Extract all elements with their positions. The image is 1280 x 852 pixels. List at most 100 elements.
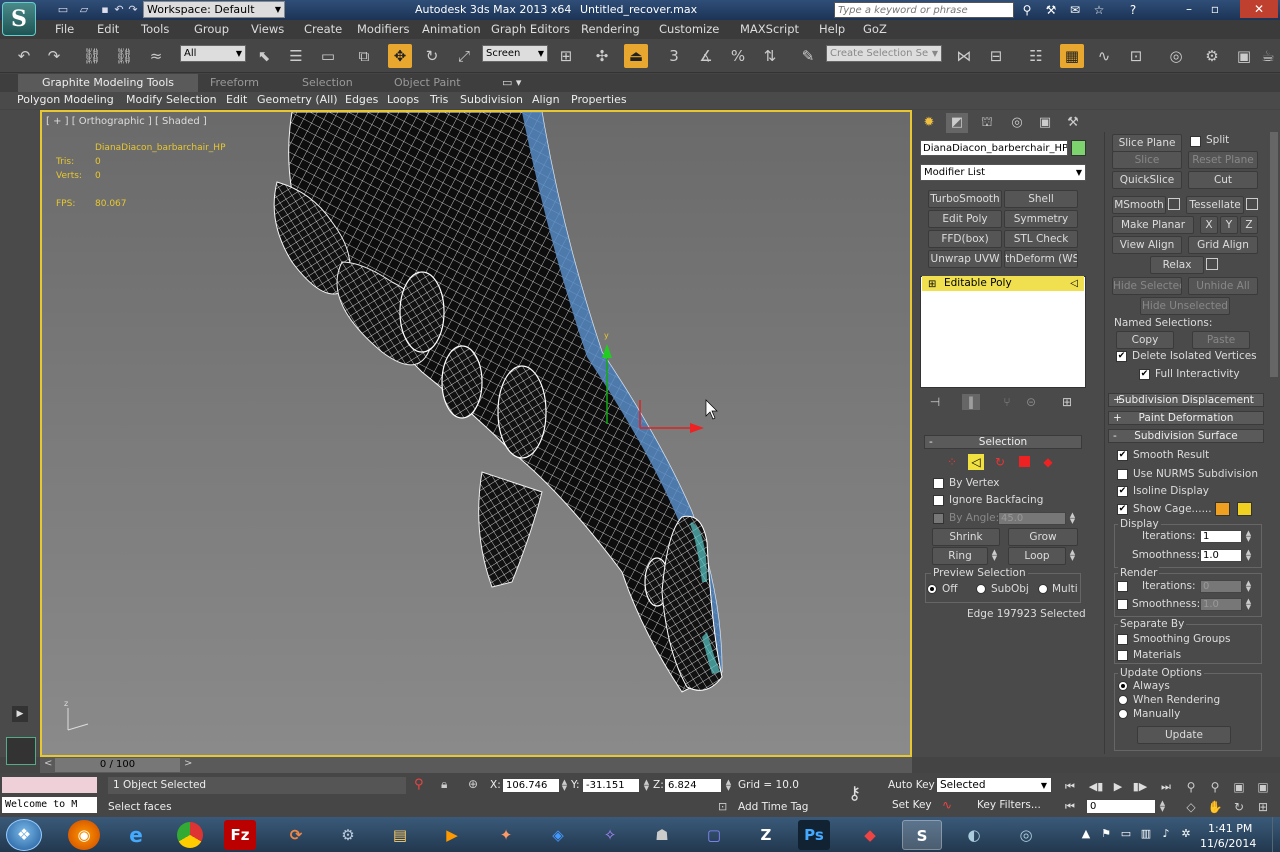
firefox-icon[interactable]: ◉ bbox=[68, 820, 100, 850]
selection-filter-dropdown[interactable]: All ▼ bbox=[180, 45, 246, 62]
update-button[interactable]: Update bbox=[1137, 726, 1231, 744]
tray-network-icon[interactable]: ▥ bbox=[1138, 826, 1154, 842]
by-vertex-checkbox[interactable] bbox=[933, 478, 944, 489]
select-and-scale-icon[interactable]: ⤢ bbox=[452, 44, 476, 68]
y-coord-field[interactable]: -31.151 bbox=[582, 778, 640, 793]
tray-expand-icon[interactable]: ▲ bbox=[1078, 826, 1094, 842]
by-angle-checkbox[interactable] bbox=[933, 513, 944, 524]
sketchup-icon[interactable]: ◆ bbox=[850, 820, 890, 850]
set-key-button[interactable]: Set Key bbox=[892, 799, 932, 811]
menu-create[interactable]: Create bbox=[304, 22, 342, 36]
render-production-icon[interactable]: ☕ bbox=[1258, 44, 1278, 68]
render-iterations-checkbox[interactable] bbox=[1117, 581, 1128, 592]
update-manually-radio[interactable] bbox=[1118, 709, 1128, 719]
spinner-arrows-icon[interactable]: ▲ ▼ bbox=[1244, 580, 1253, 593]
object-color-swatch[interactable] bbox=[1071, 140, 1086, 156]
ribbon-edges[interactable]: Edges bbox=[345, 93, 378, 106]
time-tag-icon[interactable]: ⊡ bbox=[718, 800, 727, 813]
favorites-star-icon[interactable]: ☆ bbox=[1090, 2, 1108, 18]
ribbon-loops[interactable]: Loops bbox=[387, 93, 419, 106]
previous-frame-icon[interactable]: ◀▮ bbox=[1086, 779, 1106, 794]
cut-button[interactable]: Cut bbox=[1188, 171, 1258, 189]
ribbon-modify-selection[interactable]: Modify Selection bbox=[126, 93, 217, 106]
zbrush-icon[interactable]: Z bbox=[746, 820, 786, 850]
viewport-preview-box[interactable] bbox=[6, 737, 36, 765]
windows-start-icon[interactable]: ❖ bbox=[6, 819, 42, 851]
ffd-box-button[interactable]: FFD(box) bbox=[928, 230, 1002, 248]
tray-flag-icon[interactable]: ⚑ bbox=[1098, 826, 1114, 842]
render-iterations-spinner[interactable]: 0 bbox=[1200, 580, 1242, 593]
subdiv-surface-rollout[interactable]: - Subdivision Surface bbox=[1108, 429, 1264, 443]
tray-app-icon[interactable]: ✲ bbox=[1178, 826, 1194, 842]
element-mode-icon[interactable]: ◆ bbox=[1040, 454, 1056, 470]
make-unique-icon[interactable]: ⑂ bbox=[998, 394, 1016, 410]
quickslice-button[interactable]: QuickSlice bbox=[1112, 171, 1182, 189]
communication-icon[interactable]: ✉ bbox=[1066, 2, 1084, 18]
slice-button[interactable]: Slice bbox=[1112, 151, 1182, 169]
workspace-dropdown[interactable]: Workspace: Default ▼ bbox=[143, 1, 285, 18]
bind-space-warp-icon[interactable]: ≈ bbox=[144, 44, 168, 68]
show-cage-checkbox[interactable]: ✔ bbox=[1117, 504, 1128, 515]
edge-mode-icon[interactable]: ◁ bbox=[968, 454, 984, 470]
menu-tools[interactable]: Tools bbox=[141, 22, 169, 36]
object-name-field[interactable]: DianaDiacon_barberchair_HP bbox=[920, 140, 1068, 156]
preview-off-radio[interactable] bbox=[927, 584, 937, 594]
tessellate-settings-icon[interactable] bbox=[1246, 198, 1258, 210]
help-icon[interactable]: ? bbox=[1124, 2, 1142, 18]
unlink-icon[interactable]: ⛓ bbox=[112, 44, 136, 68]
app-ninja-icon[interactable]: ☗ bbox=[642, 820, 682, 850]
app-flame-icon[interactable]: ✦ bbox=[486, 820, 526, 850]
rect-selection-icon[interactable]: ▭ bbox=[316, 44, 340, 68]
ribbon-properties[interactable]: Properties bbox=[571, 93, 627, 106]
render-smoothness-checkbox[interactable] bbox=[1117, 599, 1128, 610]
delete-isolated-checkbox[interactable]: ✔ bbox=[1116, 351, 1127, 362]
configure-modifier-sets-icon[interactable]: ⊞ bbox=[1058, 394, 1076, 410]
hide-unselected-button[interactable]: Hide Unselected bbox=[1140, 297, 1230, 315]
tab-selection[interactable]: Selection bbox=[302, 76, 353, 89]
viewport-orthographic[interactable]: y z bbox=[40, 110, 912, 757]
select-and-rotate-icon[interactable]: ↻ bbox=[420, 44, 444, 68]
render-smoothness-spinner[interactable]: 1.0 bbox=[1200, 598, 1242, 611]
selection-lock-icon[interactable]: 🔒︎ bbox=[441, 777, 447, 792]
orbit-icon[interactable]: ↻ bbox=[1230, 799, 1248, 815]
keyboard-shortcut-override-icon[interactable]: ⏏ bbox=[624, 44, 648, 68]
dropbox-icon[interactable]: ◈ bbox=[538, 820, 578, 850]
update-always-radio[interactable] bbox=[1118, 681, 1128, 691]
current-frame-field[interactable]: 0 bbox=[1086, 799, 1156, 814]
full-interactivity-checkbox[interactable]: ✔ bbox=[1139, 369, 1150, 380]
view-align-button[interactable]: View Align bbox=[1112, 236, 1182, 254]
next-frame-icon[interactable]: ▮▶ bbox=[1130, 779, 1150, 794]
3dsmax-taskbar-icon[interactable]: S bbox=[902, 820, 942, 850]
zoom-extents-icon[interactable]: ▣ bbox=[1230, 779, 1248, 795]
key-filters-button[interactable]: Key Filters... bbox=[977, 799, 1041, 811]
clock-date[interactable]: 11/6/2014 bbox=[1200, 837, 1256, 850]
undo-icon[interactable]: ↶ bbox=[12, 44, 36, 68]
expand-plus-icon[interactable]: ⊞ bbox=[928, 277, 936, 292]
cage-color-1-swatch[interactable] bbox=[1215, 502, 1230, 516]
app-logo-icon[interactable]: S bbox=[2, 2, 36, 36]
menu-graph-editors[interactable]: Graph Editors bbox=[491, 22, 570, 36]
display-smoothness-spinner[interactable]: 1.0 bbox=[1200, 549, 1242, 562]
hide-selected-button[interactable]: Hide Selected bbox=[1112, 277, 1182, 295]
slice-plane-button[interactable]: Slice Plane bbox=[1112, 134, 1182, 152]
maximize-viewport-icon[interactable]: ⊞ bbox=[1254, 799, 1272, 815]
steam-icon[interactable]: ⚙ bbox=[328, 820, 368, 850]
border-mode-icon[interactable]: ↻ bbox=[992, 454, 1008, 470]
mirror-icon[interactable]: ⋈ bbox=[952, 44, 976, 68]
paste-button[interactable]: Paste bbox=[1192, 331, 1250, 349]
play-icon[interactable]: ▶ bbox=[1108, 779, 1128, 794]
app-circle-icon[interactable]: ◐ bbox=[954, 820, 994, 850]
smoothing-groups-checkbox[interactable] bbox=[1117, 634, 1128, 645]
align-icon[interactable]: ⊟ bbox=[984, 44, 1008, 68]
ribbon-subdivision[interactable]: Subdivision bbox=[460, 93, 523, 106]
use-nurms-checkbox[interactable] bbox=[1117, 469, 1128, 480]
app-purple-icon[interactable]: ✧ bbox=[590, 820, 630, 850]
spinner-arrows-icon[interactable]: ▲ ▼ bbox=[1158, 800, 1167, 813]
materials-checkbox[interactable] bbox=[1117, 650, 1128, 661]
subscription-icon[interactable]: ⚒ bbox=[1042, 2, 1060, 18]
go-to-end-icon[interactable]: ⏭ bbox=[1156, 779, 1176, 794]
zoom-extents-all-icon[interactable]: ▣ bbox=[1254, 779, 1272, 795]
menu-edit[interactable]: Edit bbox=[97, 22, 119, 36]
show-desktop-button[interactable] bbox=[1272, 817, 1280, 852]
window-crossing-icon[interactable]: ⧉ bbox=[352, 44, 376, 68]
